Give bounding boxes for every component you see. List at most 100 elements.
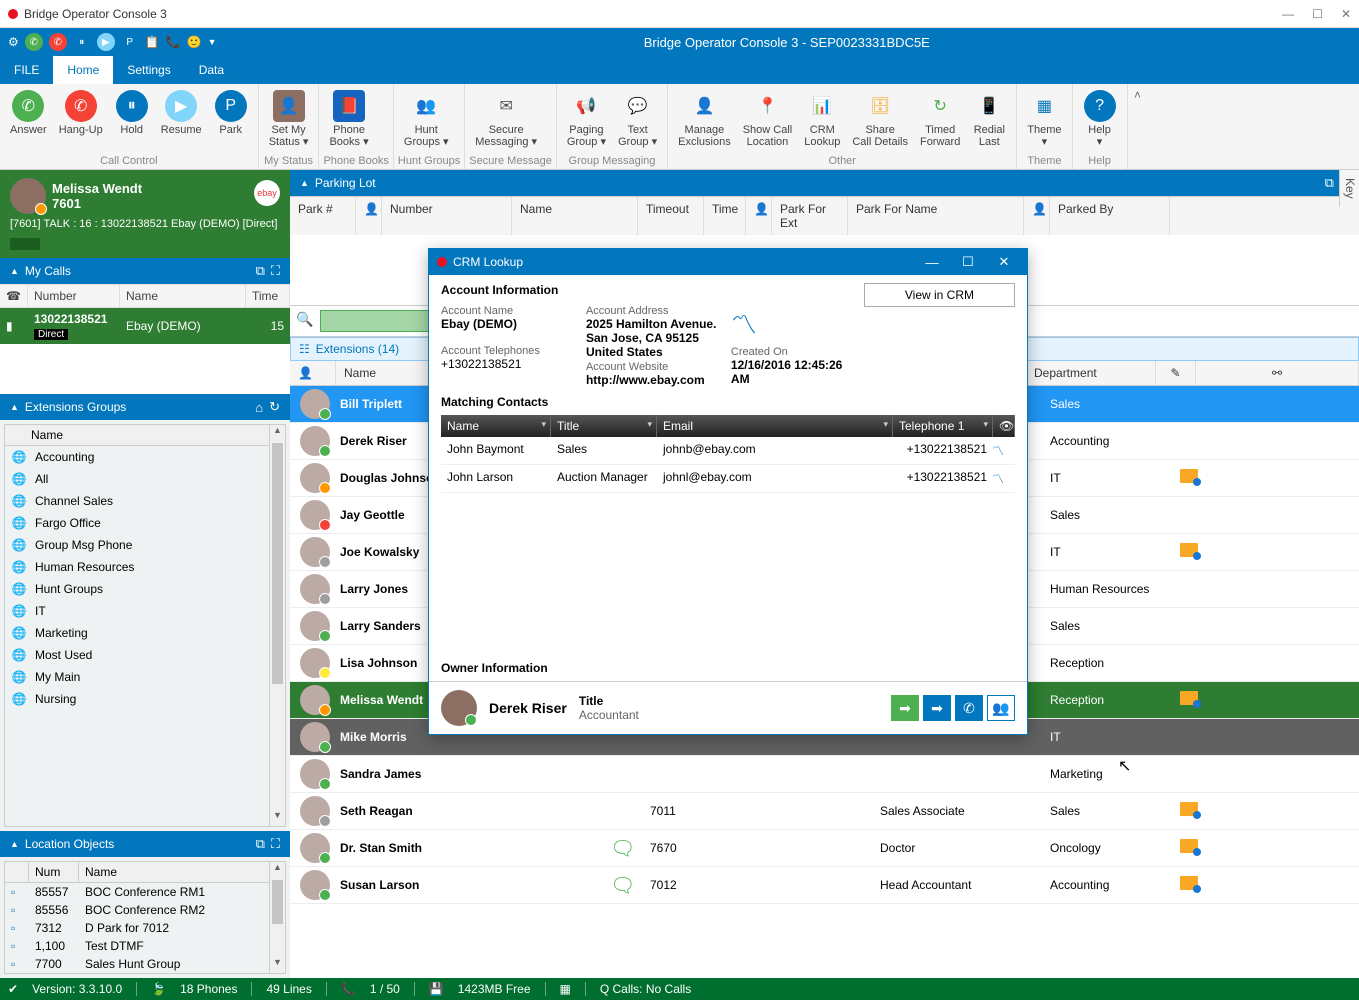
parking-lot-header[interactable]: ▲Parking Lot ⧉ ⛶ [290, 170, 1359, 196]
group-item[interactable]: 🌐Group Msg Phone [5, 534, 285, 556]
extension-row[interactable]: Seth Reagan7011Sales AssociateSales [290, 793, 1359, 830]
location-row[interactable]: ▫85557BOC Conference RM1 [5, 883, 285, 901]
crm-lookup-button[interactable]: 📊CRM Lookup [798, 86, 846, 153]
group-item[interactable]: 🌐My Main [5, 666, 285, 688]
location-row[interactable]: ▫1,100Test DTMF [5, 937, 285, 955]
theme-button[interactable]: ▦Theme ▾ [1021, 86, 1067, 153]
menu-home[interactable]: Home [53, 56, 113, 84]
location-row[interactable]: ▫85556BOC Conference RM2 [5, 901, 285, 919]
home-icon[interactable]: ⌂ [255, 400, 263, 415]
group-item[interactable]: 🌐Human Resources [5, 556, 285, 578]
dock-icon[interactable]: ⧉ [1325, 175, 1334, 191]
call-button[interactable]: ✆ [955, 695, 983, 721]
timed-forward-button[interactable]: ↻Timed Forward [914, 86, 966, 153]
search-icon[interactable]: 🔍 [296, 311, 316, 331]
group-item[interactable]: 🌐IT [5, 600, 285, 622]
globe-icon: 🌐 [11, 625, 27, 641]
voicemail-icon[interactable]: ⚯ [1196, 361, 1359, 385]
phone-books-button[interactable]: 📕Phone Books ▾ [323, 86, 374, 153]
qat-hold-icon[interactable]: ⏸ [73, 33, 91, 51]
edit-icon[interactable]: ✎ [1156, 361, 1196, 385]
gear-icon[interactable]: ⚙ [8, 35, 19, 49]
qat-park-icon[interactable]: P [121, 33, 139, 51]
avatar [300, 833, 330, 863]
dock-icon[interactable]: ⧉ [256, 836, 265, 852]
key-tab[interactable]: Key [1339, 170, 1359, 207]
scrollbar[interactable]: ▲▼ [269, 425, 285, 826]
maximize-button[interactable]: ☐ [1312, 7, 1323, 21]
extension-row[interactable]: Sandra JamesMarketing [290, 756, 1359, 793]
hangup-button[interactable]: ✆Hang-Up [53, 86, 109, 153]
qat-icon[interactable]: 📋 [145, 35, 160, 49]
contact-button[interactable]: 👥 [987, 695, 1015, 721]
group-item[interactable]: 🌐Accounting [5, 446, 285, 468]
close-button[interactable]: ✕ [1341, 7, 1351, 21]
text-group-button[interactable]: 💬Text Group ▾ [612, 86, 663, 153]
location-objects-header[interactable]: ▲Location Objects ⧉ ⛶ [0, 831, 290, 857]
avatar [300, 870, 330, 900]
group-item[interactable]: 🌐Marketing [5, 622, 285, 644]
qat-dropdown-icon[interactable]: ▼ [208, 37, 217, 47]
menu-settings[interactable]: Settings [113, 56, 184, 84]
globe-icon: 🌐 [11, 691, 27, 707]
group-item[interactable]: 🌐Channel Sales [5, 490, 285, 512]
note-icon [1180, 691, 1210, 710]
transfer-button[interactable]: ➡ [891, 695, 919, 721]
qat-answer-icon[interactable]: ✆ [25, 33, 43, 51]
show-call-location-button[interactable]: 📍Show Call Location [737, 86, 799, 153]
qat-resume-icon[interactable]: ▶ [97, 33, 115, 51]
contact-row[interactable]: John BaymontSalesjohnb@ebay.com+13022138… [441, 437, 1015, 465]
col-department[interactable]: Department [1026, 361, 1156, 385]
hold-button[interactable]: ⏸Hold [109, 86, 155, 153]
forward-button[interactable]: ➡ [923, 695, 951, 721]
qat-smiley-icon[interactable]: 🙂 [187, 35, 202, 49]
group-item[interactable]: 🌐Most Used [5, 644, 285, 666]
note-icon [1180, 469, 1210, 488]
hunt-groups-button[interactable]: 👥Hunt Groups ▾ [398, 86, 455, 153]
call-row[interactable]: ▮ 13022138521Direct Ebay (DEMO) 15 [0, 308, 290, 344]
paging-group-button[interactable]: 📢Paging Group ▾ [561, 86, 612, 153]
avatar [300, 537, 330, 567]
expand-icon[interactable]: ⛶ [271, 836, 280, 852]
group-item[interactable]: 🌐Fargo Office [5, 512, 285, 534]
avatar [300, 611, 330, 641]
set-status-button[interactable]: 👤Set My Status ▾ [263, 86, 315, 153]
globe-icon: 🌐 [11, 515, 27, 531]
extensions-groups-header[interactable]: ▲Extensions Groups ⌂ ↻ [0, 394, 290, 420]
expand-icon[interactable]: ⛶ [271, 263, 280, 279]
scrollbar[interactable]: ▲▼ [269, 862, 285, 973]
minimize-button[interactable]: — [917, 255, 947, 270]
crm-titlebar[interactable]: CRM Lookup — ☐ ✕ [429, 249, 1027, 275]
location-row[interactable]: ▫7700Sales Hunt Group [5, 955, 285, 973]
my-calls-header[interactable]: ▲My Calls ⧉ ⛶ [0, 258, 290, 284]
close-button[interactable]: ✕ [989, 254, 1019, 270]
menu-data[interactable]: Data [185, 56, 238, 84]
secure-messaging-button[interactable]: ✉Secure Messaging ▾ [469, 86, 543, 153]
avatar [10, 178, 46, 214]
park-button[interactable]: PPark [208, 86, 254, 153]
manage-exclusions-button[interactable]: 👤Manage Exclusions [672, 86, 737, 153]
menu-file[interactable]: FILE [0, 56, 53, 84]
resume-button[interactable]: ▶Resume [155, 86, 208, 153]
help-button[interactable]: ?Help ▾ [1077, 86, 1123, 153]
group-item[interactable]: 🌐Hunt Groups [5, 578, 285, 600]
qat-icon[interactable]: 📞 [166, 35, 181, 49]
extension-row[interactable]: Dr. Stan Smith🗨7670DoctorOncology [290, 830, 1359, 867]
dock-icon[interactable]: ⧉ [256, 263, 265, 279]
answer-button[interactable]: ✆Answer [4, 86, 53, 153]
refresh-icon[interactable]: ↻ [269, 399, 280, 415]
group-item[interactable]: 🌐All [5, 468, 285, 490]
group-item[interactable]: 🌐Nursing [5, 688, 285, 710]
ribbon-collapse-icon[interactable]: ˄ [1128, 84, 1148, 169]
location-row[interactable]: ▫7312D Park for 7012 [5, 919, 285, 937]
view-in-crm-button[interactable]: View in CRM [864, 283, 1015, 307]
maximize-button[interactable]: ☐ [953, 254, 983, 270]
redial-button[interactable]: 📱Redial Last [966, 86, 1012, 153]
share-call-button[interactable]: 🗄Share Call Details [846, 86, 914, 153]
qat-hangup-icon[interactable]: ✆ [49, 33, 67, 51]
owner-name: Derek Riser [489, 700, 567, 716]
extension-row[interactable]: Susan Larson🗨7012Head AccountantAccounti… [290, 867, 1359, 904]
contact-row[interactable]: John LarsonAuction Managerjohnl@ebay.com… [441, 465, 1015, 493]
ebay-badge-icon: ebay [254, 180, 280, 206]
minimize-button[interactable]: — [1282, 7, 1294, 21]
